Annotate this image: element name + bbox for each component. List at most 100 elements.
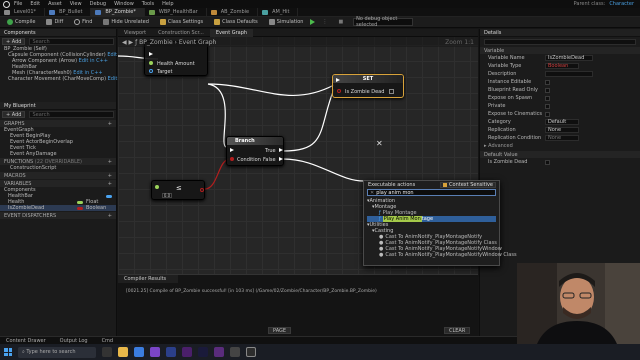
add-icon[interactable]: +: [108, 121, 112, 127]
set-iszombiedead-node[interactable]: SET Is Zombie Dead: [332, 74, 404, 98]
add-icon[interactable]: +: [108, 181, 112, 187]
variable-row-iszombiedead[interactable]: IsZombieDead Boolean: [0, 205, 116, 211]
advanced-expander[interactable]: ▸ Advanced: [480, 142, 640, 150]
condition-pin[interactable]: [230, 157, 234, 161]
play-icon[interactable]: [310, 19, 316, 25]
play-options-icon[interactable]: ⋮: [318, 18, 331, 27]
menu-file[interactable]: File: [14, 1, 22, 7]
compiler-results-tab[interactable]: Compiler Results: [118, 275, 178, 283]
add-member-button[interactable]: + Add: [2, 111, 26, 118]
menu-tools[interactable]: Tools: [142, 1, 154, 7]
add-component-button[interactable]: + Add: [2, 38, 26, 45]
tab-level01[interactable]: Level01*: [0, 7, 46, 17]
event-dispatchers-section[interactable]: EVENT DISPATCHERS +: [0, 212, 116, 219]
variables-section[interactable]: VARIABLES +: [0, 180, 116, 187]
clear-button[interactable]: CLEAR: [444, 327, 471, 334]
edit-in-cpp-link[interactable]: Edit in C++: [79, 58, 108, 64]
default-value-checkbox[interactable]: [545, 159, 550, 165]
result-pin[interactable]: [200, 188, 204, 192]
menu-window[interactable]: Window: [114, 1, 134, 7]
breadcrumb-graph[interactable]: Event Graph: [179, 39, 217, 46]
compare-value-field[interactable]: 0.0: [162, 193, 172, 198]
default-value-section[interactable]: Default Value: [480, 151, 640, 158]
unreal-engine-icon[interactable]: [246, 347, 256, 357]
macros-section[interactable]: MACROS +: [0, 172, 116, 179]
task-view-icon[interactable]: [102, 347, 112, 357]
browser-icon[interactable]: [134, 347, 144, 357]
tab-am-hit[interactable]: AM_Hit: [258, 7, 299, 17]
file-explorer-icon[interactable]: [118, 347, 128, 357]
add-icon[interactable]: +: [108, 159, 112, 165]
tab-viewport[interactable]: Viewport: [118, 29, 152, 37]
description-field[interactable]: [545, 71, 593, 77]
menu-edit[interactable]: Edit: [30, 1, 40, 7]
menu-asset[interactable]: Asset: [48, 1, 62, 7]
compile-button[interactable]: Compile: [3, 18, 39, 27]
breadcrumb-blueprint[interactable]: BP_Zombie: [139, 39, 173, 46]
exec-in-pin[interactable]: [230, 148, 234, 152]
add-icon[interactable]: +: [108, 213, 112, 219]
expose-on-spawn-checkbox[interactable]: [545, 95, 550, 101]
back-icon[interactable]: ◀ ▶: [122, 39, 133, 46]
context-sensitive-toggle[interactable]: Context Sensitive: [440, 182, 496, 188]
tab-event-graph[interactable]: Event Graph: [209, 28, 254, 37]
tab-bp-bullet[interactable]: BP_Bullet: [45, 7, 92, 17]
replication-select[interactable]: None: [545, 127, 579, 133]
construction-script-item[interactable]: ConstructionScript: [4, 165, 116, 171]
replication-condition-select[interactable]: None: [545, 135, 579, 141]
diff-button[interactable]: Diff: [42, 18, 67, 27]
tab-construction-script[interactable]: Construction Scr...: [152, 29, 210, 37]
private-checkbox[interactable]: [545, 103, 550, 109]
tab-wbp-healthbar[interactable]: WBP_HealthBar: [145, 7, 207, 17]
variable-section[interactable]: Variable: [480, 47, 640, 54]
content-drawer-button[interactable]: Content Drawer: [6, 338, 46, 344]
premiere-icon[interactable]: [182, 347, 192, 357]
action-cast-notify-window-class[interactable]: ● Cast To AnimNotify_PlayMontageNotifyWin…: [367, 252, 517, 258]
graphs-section[interactable]: GRAPHS +: [0, 120, 116, 127]
taskbar-search-input[interactable]: ⌕ Type here to search: [18, 346, 96, 358]
debug-object-select[interactable]: No debug object selected: [353, 16, 414, 28]
iszombiedead-pin[interactable]: [337, 89, 341, 93]
photoshop-icon[interactable]: [166, 347, 176, 357]
actions-search-input[interactable]: ✕ play anim mon: [367, 189, 496, 196]
tab-ab-zombie[interactable]: AB_Zombie: [207, 7, 259, 17]
windows-start-icon[interactable]: [4, 348, 12, 356]
menu-help[interactable]: Help: [162, 1, 173, 7]
tab-bp-zombie[interactable]: BP_Zombie*: [91, 7, 145, 17]
page-button[interactable]: PAGE: [268, 327, 292, 334]
add-icon[interactable]: +: [108, 173, 112, 179]
close-icon[interactable]: ✕: [370, 190, 374, 196]
component-character-movement[interactable]: Character Movement (CharMoveComp) Edit i…: [4, 76, 137, 82]
branch-node[interactable]: Branch Condition True False: [226, 136, 284, 166]
after-effects-icon[interactable]: [198, 347, 208, 357]
class-defaults-button[interactable]: Class Defaults: [210, 18, 262, 27]
app-icon[interactable]: [214, 347, 224, 357]
false-exec-pin[interactable]: [279, 157, 283, 161]
target-pin[interactable]: [149, 69, 153, 73]
components-search-input[interactable]: Search: [29, 38, 114, 45]
variable-name-field[interactable]: IsZombieDead: [545, 55, 593, 61]
instance-editable-checkbox[interactable]: [545, 79, 550, 85]
find-button[interactable]: Find: [70, 18, 96, 27]
details-search-input[interactable]: [484, 39, 636, 45]
my-blueprint-search-input[interactable]: Search: [29, 111, 114, 118]
compare-float-node[interactable]: ≤ 0.0: [151, 180, 205, 200]
exec-in-pin[interactable]: [336, 78, 340, 82]
stop-icon[interactable]: ■: [334, 18, 347, 27]
read-only-checkbox[interactable]: [545, 87, 550, 93]
menu-view[interactable]: View: [70, 1, 82, 7]
true-exec-pin[interactable]: [279, 148, 283, 152]
functions-section[interactable]: FUNCTIONS (22 OVERRIDABLE) +: [0, 158, 116, 165]
parent-class-link[interactable]: Character: [609, 1, 634, 7]
event-any-damage-item[interactable]: Event AnyDamage: [4, 151, 116, 157]
simulation-button[interactable]: Simulation: [265, 18, 308, 27]
set-value-checkbox[interactable]: [389, 89, 394, 94]
health-amount-pin[interactable]: [149, 61, 153, 65]
app-icon[interactable]: [230, 347, 240, 357]
cmd-input[interactable]: Cmd: [102, 338, 114, 344]
output-log-button[interactable]: Output Log: [60, 338, 88, 344]
category-select[interactable]: Default: [545, 119, 579, 125]
menu-debug[interactable]: Debug: [90, 1, 106, 7]
variable-type-select[interactable]: Boolean: [545, 63, 579, 69]
exec-in-pin[interactable]: [149, 52, 153, 56]
